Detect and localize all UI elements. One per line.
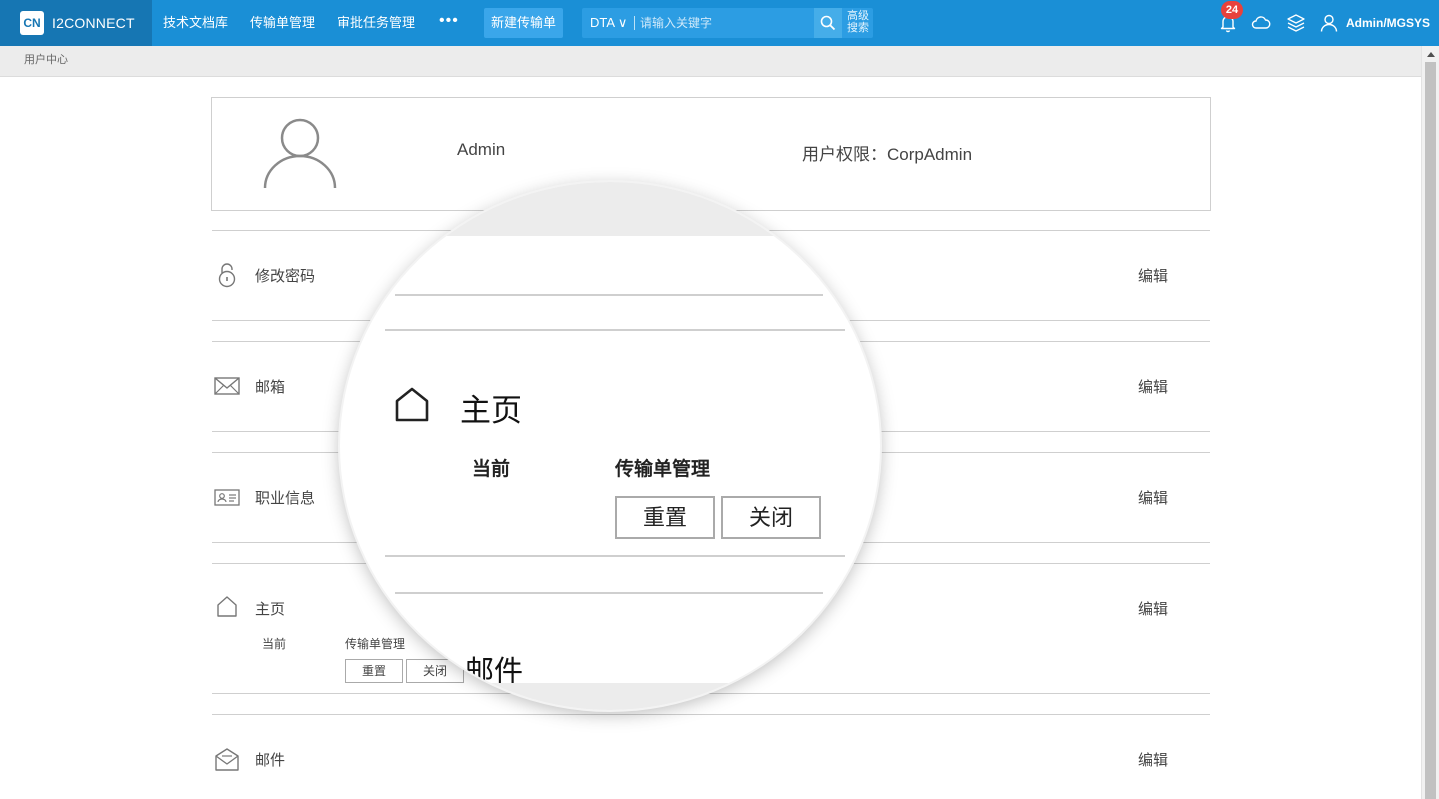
magnified-home-title: 主页	[460, 393, 522, 428]
section-title-change-password: 修改密码	[255, 268, 316, 285]
section-mail: 邮件 编辑	[212, 714, 1210, 799]
search-divider	[634, 16, 635, 30]
home-reset-button[interactable]: 重置	[345, 659, 403, 683]
search-button[interactable]	[814, 8, 842, 38]
magnified-current-label: 当前	[472, 459, 511, 480]
brand-name: I2CONNECT	[52, 15, 135, 31]
edit-email-button[interactable]: 编辑	[1138, 376, 1168, 397]
advanced-search-line2: 搜索	[847, 22, 869, 34]
magnifier-bottom-band	[340, 683, 880, 710]
home-current-label: 当前	[262, 637, 287, 651]
layers-icon[interactable]	[1285, 12, 1307, 34]
advanced-search-line1: 高级	[847, 10, 869, 22]
id-card-icon	[214, 489, 240, 506]
lock-icon	[218, 263, 236, 288]
magnifier-divider	[395, 592, 823, 594]
magnifier-divider	[385, 329, 845, 331]
profile-name: Admin	[457, 140, 506, 159]
nav-more-button[interactable]: •••	[439, 0, 459, 46]
scrollbar[interactable]	[1421, 46, 1439, 799]
scroll-up-arrow[interactable]	[1427, 52, 1435, 57]
new-transfer-button[interactable]: 新建传输单	[484, 8, 563, 38]
search-icon	[820, 15, 836, 31]
nav-item-approval-tasks[interactable]: 审批任务管理	[337, 0, 415, 46]
current-user-menu[interactable]: Admin/MGSYS	[1346, 0, 1430, 46]
section-title-home-page: 主页	[255, 601, 286, 618]
cloud-icon[interactable]	[1250, 12, 1272, 34]
scrollbar-thumb[interactable]	[1425, 62, 1436, 799]
nav-item-transfer-management[interactable]: 传输单管理	[250, 0, 315, 46]
profile-role: 用户权限：CorpAdmin	[802, 145, 973, 164]
user-icon[interactable]	[1318, 12, 1340, 34]
brand-logo: CN	[20, 11, 44, 35]
magnified-reset-button: 重置	[615, 496, 715, 539]
brand[interactable]: CN I2CONNECT	[0, 0, 152, 46]
search-input[interactable]	[640, 8, 812, 38]
section-title-email: 邮箱	[255, 379, 286, 396]
home-icon	[217, 596, 237, 617]
section-title-job-info: 职业信息	[255, 490, 316, 507]
avatar	[263, 118, 337, 189]
breadcrumb[interactable]: 用户中心	[24, 46, 68, 75]
magnified-home-icon	[395, 387, 429, 422]
magnifier-top-band	[340, 182, 880, 236]
mail-tray-icon	[215, 748, 239, 771]
top-nav-bar: CN I2CONNECT 技术文档库 传输单管理 审批任务管理 ••• 新建传输…	[0, 0, 1439, 46]
breadcrumb-bar: 用户中心	[0, 46, 1421, 77]
envelope-icon	[214, 377, 240, 395]
home-current-value: 传输单管理	[345, 637, 406, 651]
edit-home-page-button[interactable]: 编辑	[1138, 598, 1168, 619]
magnified-close-button: 关闭	[721, 496, 821, 539]
search-box: DTA ∨ 高级 搜索	[582, 8, 873, 38]
magnifier-overlay: 主页 当前 传输单管理 重置 关闭 邮件	[340, 182, 880, 710]
magnifier-divider	[385, 555, 845, 557]
magnified-current-value: 传输单管理	[615, 459, 711, 480]
section-title-mail: 邮件	[255, 752, 286, 769]
search-scope-dropdown[interactable]: DTA ∨	[590, 8, 627, 38]
advanced-search-link[interactable]: 高级 搜索	[844, 10, 872, 34]
edit-password-button[interactable]: 编辑	[1138, 265, 1168, 286]
notification-badge: 24	[1221, 1, 1243, 19]
edit-mail-button[interactable]: 编辑	[1138, 749, 1168, 770]
nav-item-tech-docs[interactable]: 技术文档库	[163, 0, 228, 46]
edit-job-info-button[interactable]: 编辑	[1138, 487, 1168, 508]
magnifier-divider	[395, 294, 823, 296]
